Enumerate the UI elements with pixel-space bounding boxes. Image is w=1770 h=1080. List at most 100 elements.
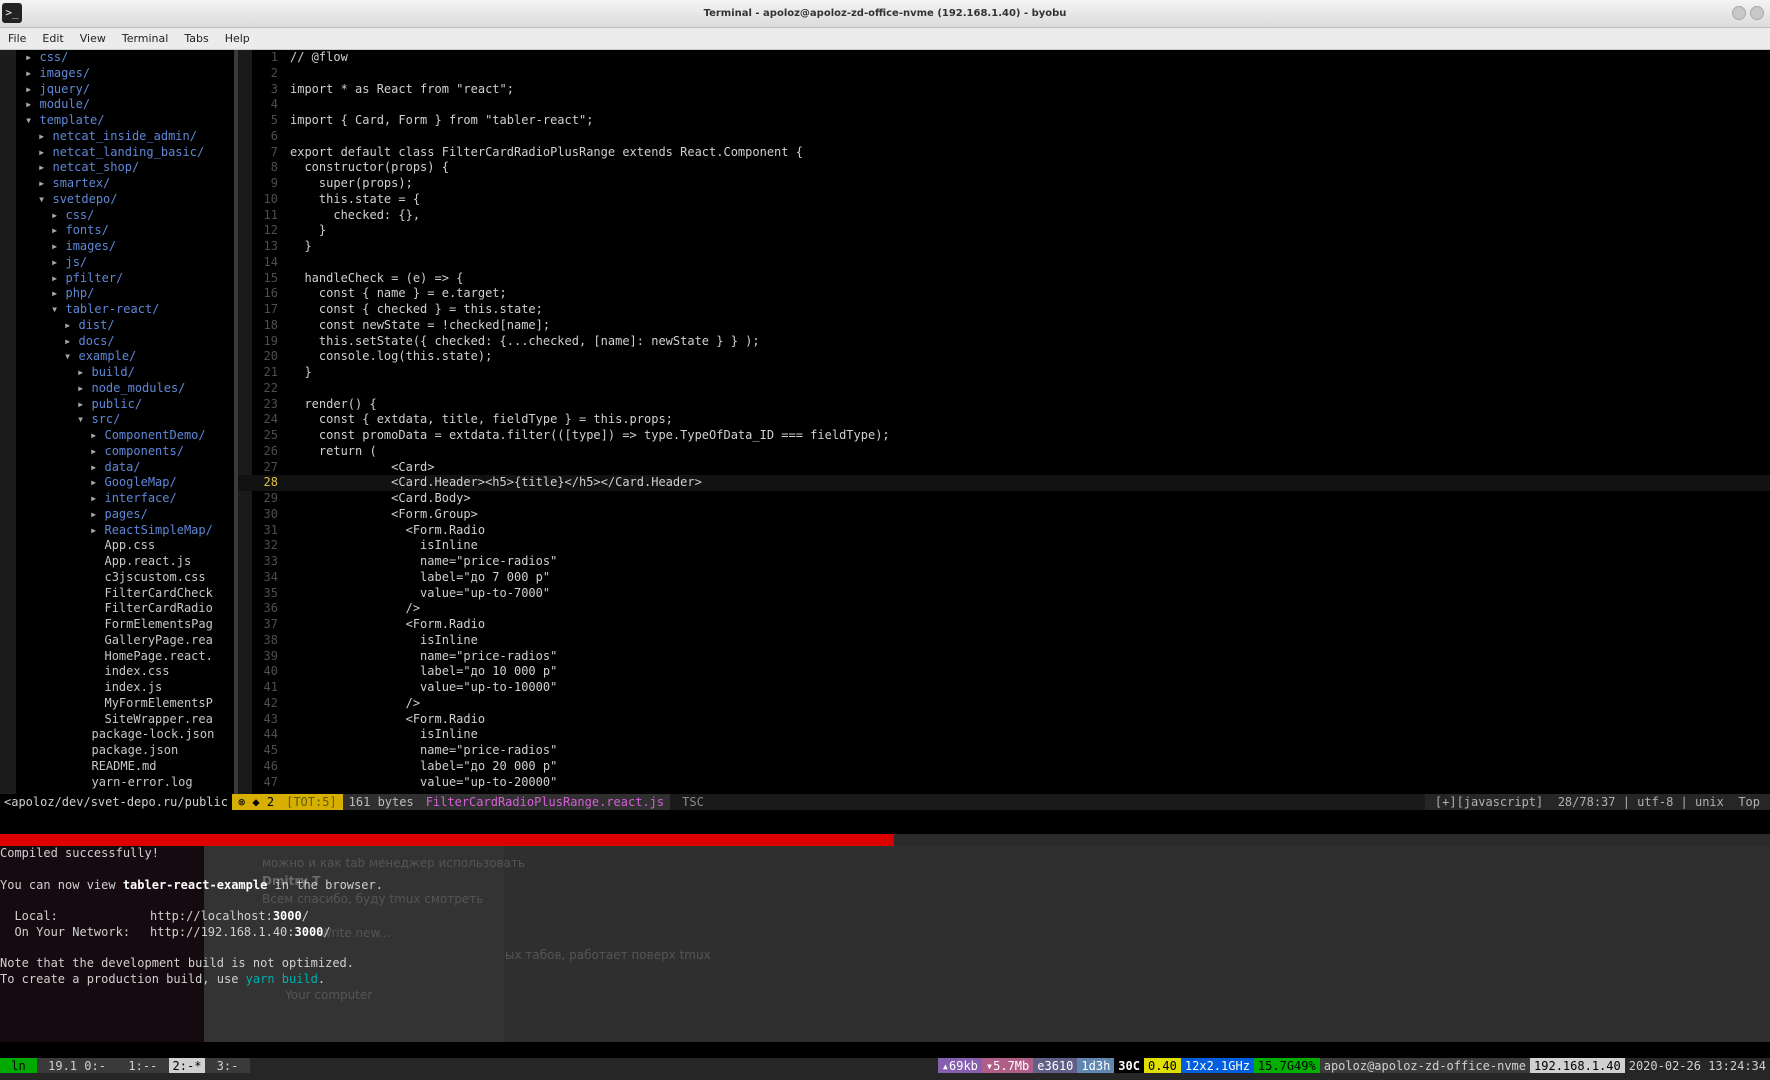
code-line[interactable]: 40 label="до 10 000 р" — [238, 664, 1770, 680]
code-line[interactable]: 44 isInline — [238, 727, 1770, 743]
tree-folder[interactable]: ▾ src/ — [16, 412, 234, 428]
code-line[interactable]: 3 import * as React from "react"; — [238, 82, 1770, 98]
code-line[interactable]: 17 const { checked } = this.state; — [238, 302, 1770, 318]
tmux-window-1[interactable]: 1:-- — [117, 1058, 169, 1073]
code-line[interactable]: 42 /> — [238, 696, 1770, 712]
tree-file[interactable]: README.md — [16, 759, 234, 775]
tree-folder[interactable]: ▸ data/ — [16, 460, 234, 476]
tree-file[interactable]: GalleryPage.rea — [16, 633, 234, 649]
code-line[interactable]: 41 value="up-to-10000" — [238, 680, 1770, 696]
tree-folder[interactable]: ▸ netcat_landing_basic/ — [16, 145, 234, 161]
code-line[interactable]: 1 // @flow — [238, 50, 1770, 66]
code-line[interactable]: 7 export default class FilterCardRadioPlu… — [238, 145, 1770, 161]
tmux-window-2-active[interactable]: 2:-* — [168, 1058, 206, 1073]
tree-folder[interactable]: ▸ ComponentDemo/ — [16, 428, 234, 444]
code-line[interactable]: 6 — [238, 129, 1770, 145]
code-line[interactable]: 37 <Form.Radio — [238, 617, 1770, 633]
tree-file[interactable]: SiteWrapper.rea — [16, 712, 234, 728]
menu-view[interactable]: View — [80, 32, 106, 45]
code-line[interactable]: 34 label="до 7 000 р" — [238, 570, 1770, 586]
tree-file[interactable]: App.css — [16, 538, 234, 554]
tree-folder[interactable]: ▸ php/ — [16, 286, 234, 302]
code-line[interactable]: 27 <Card> — [238, 460, 1770, 476]
code-line[interactable]: 47 value="up-to-20000" — [238, 775, 1770, 791]
menu-help[interactable]: Help — [225, 32, 250, 45]
tree-folder[interactable]: ▸ interface/ — [16, 491, 234, 507]
tree-folder[interactable]: ▸ netcat_shop/ — [16, 160, 234, 176]
code-line[interactable]: 24 const { extdata, title, fieldType } =… — [238, 412, 1770, 428]
code-line[interactable]: 29 <Card.Body> — [238, 491, 1770, 507]
terminal-area[interactable]: ▸ css/▸ images/▸ jquery/▸ module/▾ templ… — [0, 50, 1770, 1080]
tree-file[interactable]: yarn-error.log — [16, 775, 234, 791]
code-line[interactable]: 33 name="price-radios" — [238, 554, 1770, 570]
code-line[interactable]: 10 this.state = { — [238, 192, 1770, 208]
code-line[interactable]: 21 } — [238, 365, 1770, 381]
tmux-session[interactable]: ln — [0, 1058, 37, 1073]
menu-edit[interactable]: Edit — [42, 32, 63, 45]
code-line[interactable]: 22 — [238, 381, 1770, 397]
code-line[interactable]: 28 <Card.Header><h5>{title}</h5></Card.H… — [238, 475, 1770, 491]
tree-folder[interactable]: ▾ template/ — [16, 113, 234, 129]
tree-folder[interactable]: ▸ smartex/ — [16, 176, 234, 192]
code-line[interactable]: 20 console.log(this.state); — [238, 349, 1770, 365]
code-line[interactable]: 36 /> — [238, 601, 1770, 617]
code-line[interactable]: 25 const promoData = extdata.filter(([ty… — [238, 428, 1770, 444]
tree-folder[interactable]: ▾ example/ — [16, 349, 234, 365]
code-line[interactable]: 43 <Form.Radio — [238, 712, 1770, 728]
code-line[interactable]: 14 — [238, 255, 1770, 271]
tree-folder[interactable]: ▸ images/ — [16, 239, 234, 255]
code-line[interactable]: 13 } — [238, 239, 1770, 255]
tree-file[interactable]: FilterCardCheck — [16, 586, 234, 602]
tree-folder[interactable]: ▸ pages/ — [16, 507, 234, 523]
shell-pane[interactable]: можно и как tab менеджер использовать Dm… — [0, 846, 1770, 1042]
tree-folder[interactable]: ▸ dist/ — [16, 318, 234, 334]
tree-file[interactable]: c3jscustom.css — [16, 570, 234, 586]
code-line[interactable]: 15 handleCheck = (e) => { — [238, 271, 1770, 287]
tree-file[interactable]: index.js — [16, 680, 234, 696]
tree-folder[interactable]: ▸ netcat_inside_admin/ — [16, 129, 234, 145]
code-line[interactable]: 11 checked: {}, — [238, 208, 1770, 224]
local-url[interactable]: http://localhost:3000/ — [150, 909, 309, 925]
tree-folder[interactable]: ▸ build/ — [16, 365, 234, 381]
tree-folder[interactable]: ▸ GoogleMap/ — [16, 475, 234, 491]
code-line[interactable]: 5 import { Card, Form } from "tabler-reac… — [238, 113, 1770, 129]
tree-folder[interactable]: ▾ svetdepo/ — [16, 192, 234, 208]
code-line[interactable]: 4 — [238, 97, 1770, 113]
tree-file[interactable]: index.css — [16, 664, 234, 680]
code-line[interactable]: 35 value="up-to-7000" — [238, 586, 1770, 602]
code-line[interactable]: 23 render() { — [238, 397, 1770, 413]
tree-folder[interactable]: ▸ pfilter/ — [16, 271, 234, 287]
tree-folder[interactable]: ▸ components/ — [16, 444, 234, 460]
code-line[interactable]: 39 name="price-radios" — [238, 649, 1770, 665]
tmux-window-0[interactable]: 19.1 0:- — [36, 1058, 118, 1073]
tree-file[interactable]: MyFormElementsP — [16, 696, 234, 712]
code-line[interactable]: 16 const { name } = e.target; — [238, 286, 1770, 302]
maximize-button[interactable] — [1750, 6, 1764, 20]
network-url[interactable]: http://192.168.1.40:3000/ — [150, 925, 331, 941]
tree-folder[interactable]: ▸ css/ — [16, 50, 234, 66]
tree-folder[interactable]: ▸ docs/ — [16, 334, 234, 350]
tree-file[interactable]: HomePage.react. — [16, 649, 234, 665]
code-line[interactable]: 30 <Form.Group> — [238, 507, 1770, 523]
tree-folder[interactable]: ▸ ReactSimpleMap/ — [16, 523, 234, 539]
code-line[interactable]: 18 const newState = !checked[name]; — [238, 318, 1770, 334]
tree-folder[interactable]: ▸ js/ — [16, 255, 234, 271]
menu-file[interactable]: File — [8, 32, 26, 45]
tree-folder[interactable]: ▾ tabler-react/ — [16, 302, 234, 318]
code-line[interactable]: 31 <Form.Radio — [238, 523, 1770, 539]
tree-file[interactable]: FilterCardRadio — [16, 601, 234, 617]
code-line[interactable]: 2 — [238, 66, 1770, 82]
code-line[interactable]: 38 isInline — [238, 633, 1770, 649]
tree-file[interactable]: package-lock.json — [16, 727, 234, 743]
tmux-window-3[interactable]: 3:- — [205, 1058, 250, 1073]
code-line[interactable]: 8 constructor(props) { — [238, 160, 1770, 176]
tree-folder[interactable]: ▸ module/ — [16, 97, 234, 113]
tree-folder[interactable]: ▸ images/ — [16, 66, 234, 82]
tree-file[interactable]: App.react.js — [16, 554, 234, 570]
minimize-button[interactable] — [1732, 6, 1746, 20]
file-tree[interactable]: ▸ css/▸ images/▸ jquery/▸ module/▾ templ… — [0, 50, 234, 794]
code-line[interactable]: 26 return ( — [238, 444, 1770, 460]
tree-folder[interactable]: ▸ node_modules/ — [16, 381, 234, 397]
tree-folder[interactable]: ▸ public/ — [16, 397, 234, 413]
code-line[interactable]: 12 } — [238, 223, 1770, 239]
